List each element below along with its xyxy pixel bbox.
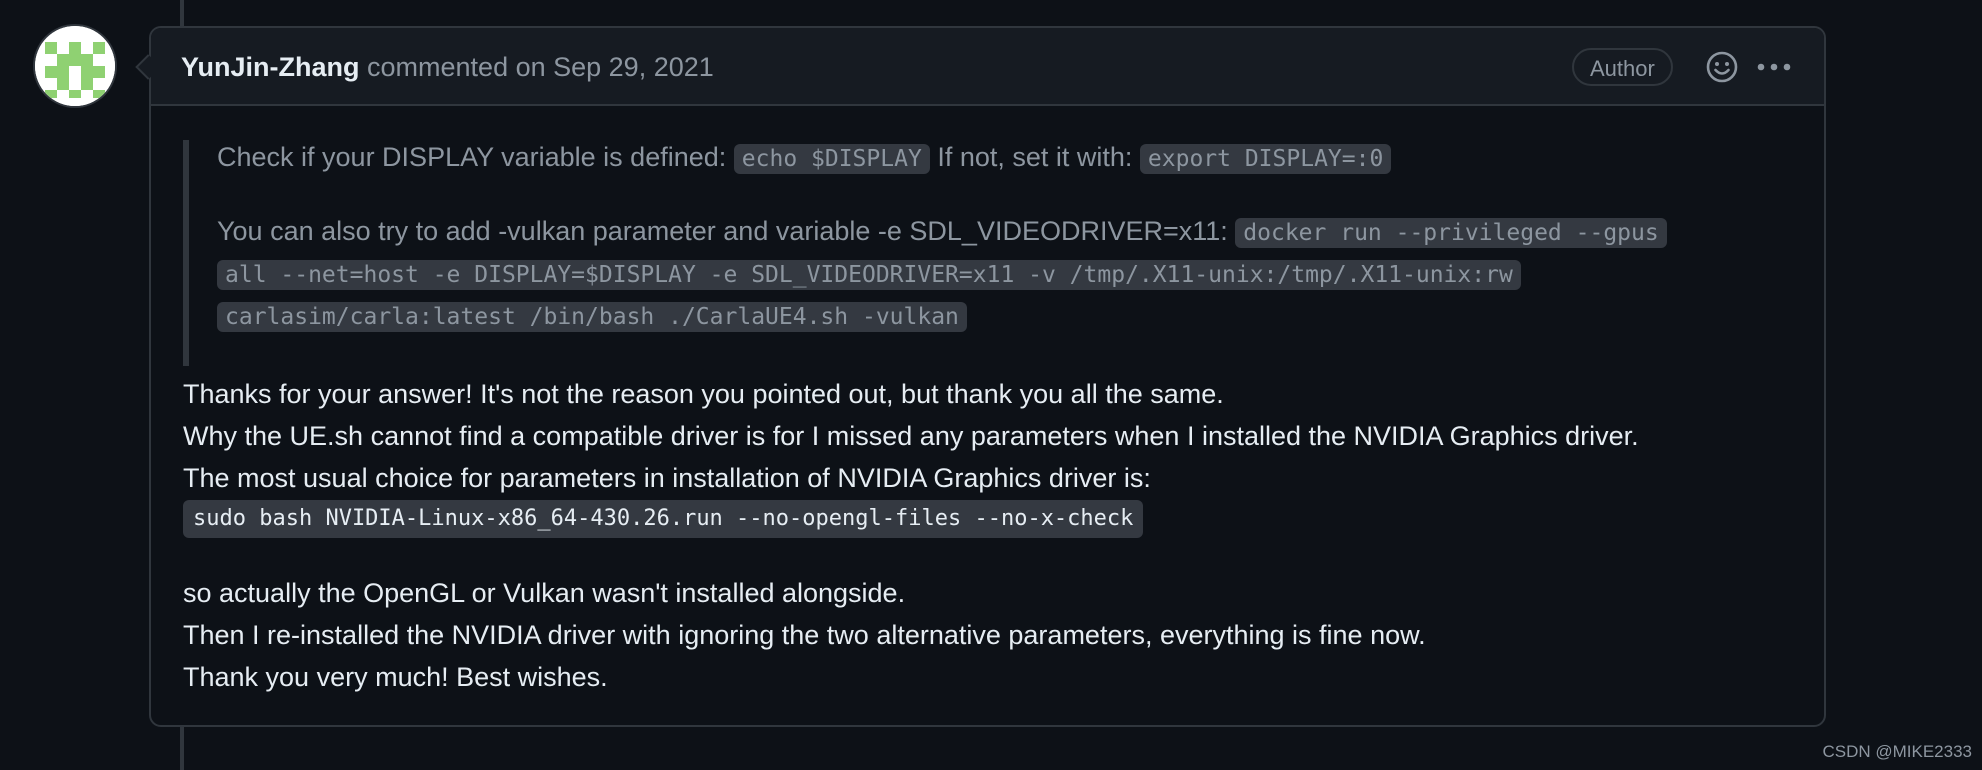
- author-badge: Author: [1572, 48, 1673, 86]
- quote-line-1: Check if your DISPLAY variable is define…: [217, 140, 1392, 176]
- inline-code: all --net=host -e DISPLAY=$DISPLAY -e SD…: [217, 260, 1521, 290]
- comment-header-text: YunJin-Zhang commented on Sep 29, 2021: [181, 50, 714, 84]
- comment-options-button[interactable]: [1754, 49, 1794, 85]
- quote-line-3: all --net=host -e DISPLAY=$DISPLAY -e SD…: [217, 256, 1521, 292]
- comment-paragraph: Thanks for your answer! It's not the rea…: [183, 379, 1224, 409]
- quote-text: You can also try to add -vulkan paramete…: [217, 216, 1228, 246]
- smiley-icon: [1706, 51, 1738, 83]
- user-avatar[interactable]: [35, 26, 115, 106]
- inline-code: carlasim/carla:latest /bin/bash ./CarlaU…: [217, 302, 967, 332]
- quote-line-2: You can also try to add -vulkan paramete…: [217, 214, 1667, 250]
- kebab-menu-icon: [1757, 63, 1791, 71]
- add-reaction-button[interactable]: [1704, 49, 1740, 85]
- comment-header: YunJin-Zhang commented on Sep 29, 2021 A…: [151, 28, 1824, 106]
- watermark: CSDN @MIKE2333: [1822, 742, 1972, 761]
- comment-box: YunJin-Zhang commented on Sep 29, 2021 A…: [149, 26, 1826, 727]
- quote-text: Check if your DISPLAY variable is define…: [217, 142, 727, 172]
- comment-paragraph: Then I re-installed the NVIDIA driver wi…: [183, 620, 1426, 650]
- identicon-avatar-icon: [35, 26, 115, 106]
- comment-timestamp[interactable]: commented on Sep 29, 2021: [367, 52, 714, 82]
- comment-paragraph: Thank you very much! Best wishes.: [183, 662, 608, 692]
- inline-code: docker run --privileged --gpus: [1235, 218, 1667, 248]
- comment-paragraph: Why the UE.sh cannot find a compatible d…: [183, 421, 1639, 451]
- author-name-link[interactable]: YunJin-Zhang: [181, 52, 360, 82]
- inline-code: echo $DISPLAY: [733, 144, 930, 174]
- comment-paragraph: The most usual choice for parameters in …: [183, 463, 1151, 493]
- quote-text: If not, set it with:: [937, 142, 1133, 172]
- quote-line-4: carlasim/carla:latest /bin/bash ./CarlaU…: [217, 298, 967, 334]
- comment-paragraph: so actually the OpenGL or Vulkan wasn't …: [183, 578, 906, 608]
- code-snippet: sudo bash NVIDIA-Linux-x86_64-430.26.run…: [183, 500, 1144, 538]
- quoted-reply: Check if your DISPLAY variable is define…: [183, 140, 1813, 366]
- inline-code: export DISPLAY=:0: [1139, 144, 1392, 174]
